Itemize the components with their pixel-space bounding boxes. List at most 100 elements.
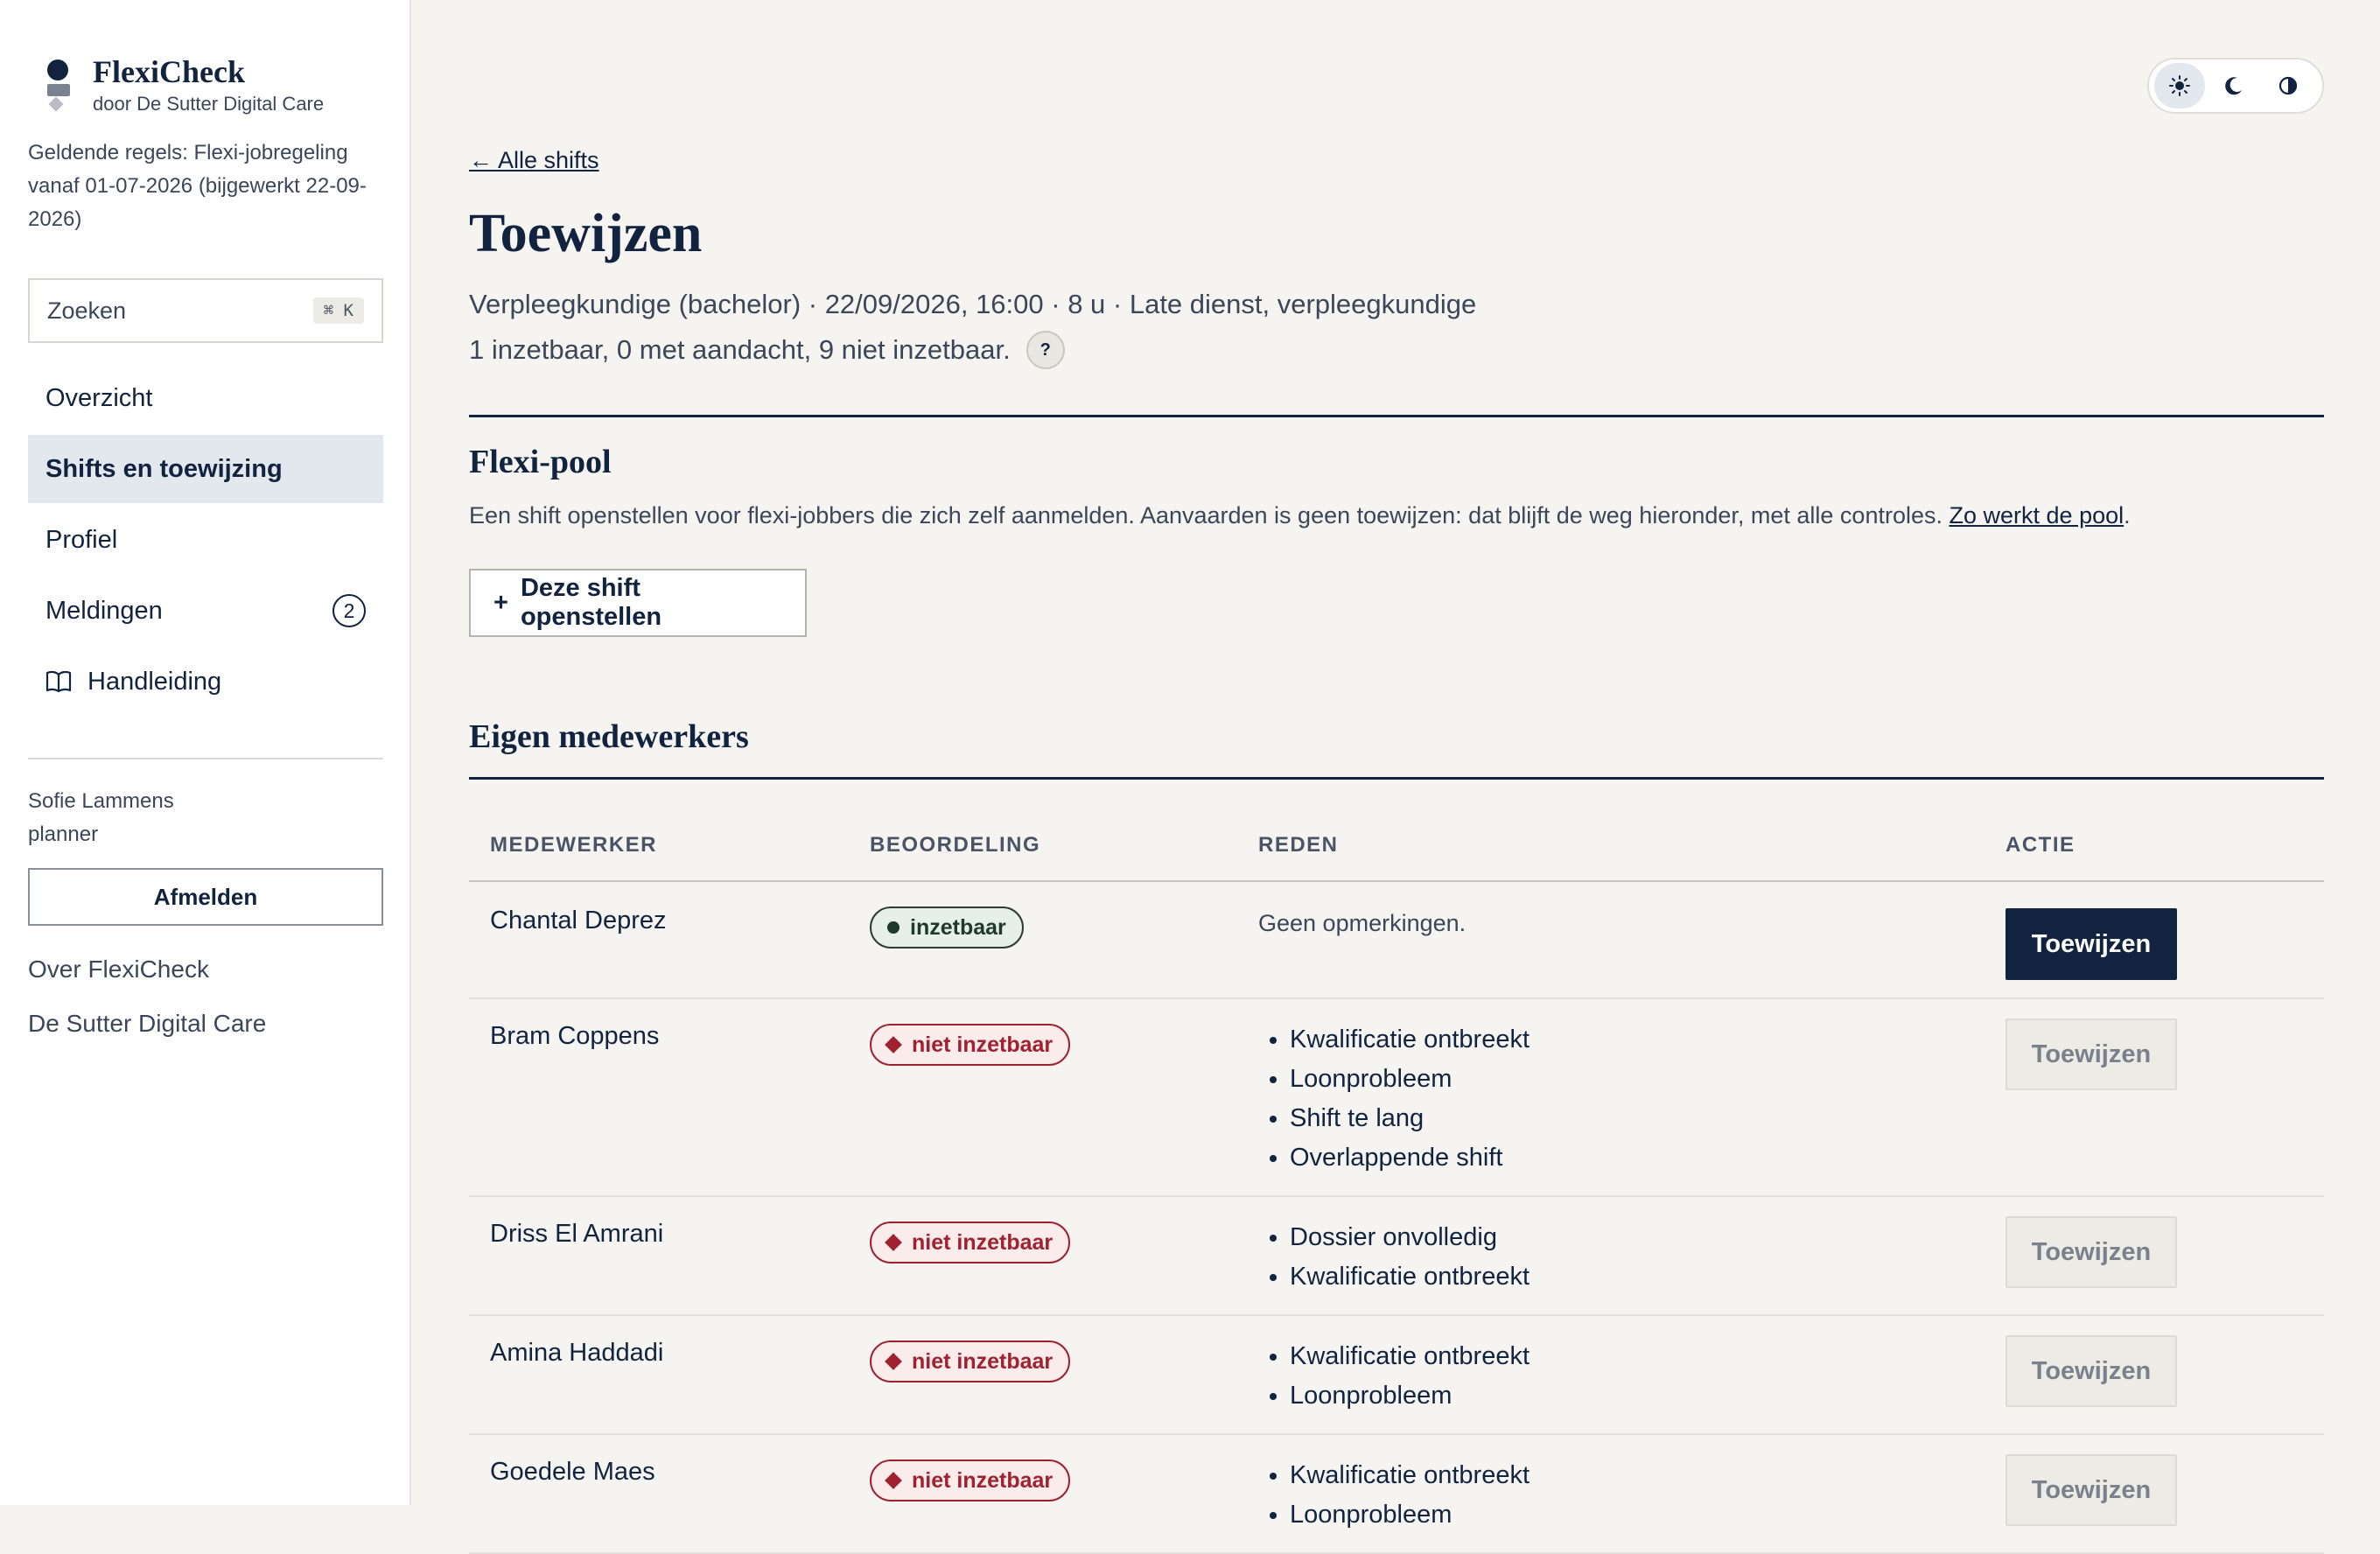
reason-item: Loonprobleem [1290,1060,1964,1099]
sidebar: FlexiCheck door De Sutter Digital Care G… [0,0,411,1505]
table-row: Driss El Amrani niet inzetbaar Dossier o… [469,1196,2324,1316]
theme-contrast-button[interactable] [2263,63,2314,108]
page-title: Toewijzen [469,204,703,263]
status-badge: niet inzetbaar [870,1340,1071,1382]
shift-summary: Verpleegkundige (bachelor) · 22/09/2026,… [469,289,1477,319]
status-badge-label: niet inzetbaar [912,1229,1054,1255]
theme-dark-button[interactable] [2208,63,2259,108]
sidebar-item-overzicht[interactable]: Overzicht [28,364,383,432]
column-header-name: MEDEWERKER [469,810,849,882]
assign-button[interactable]: Toewijzen [2006,1335,2177,1407]
employee-name: Bram Coppens [469,998,849,1197]
warning-diamond-icon [885,1472,902,1489]
brand-subtitle: door De Sutter Digital Care [93,93,325,115]
warning-diamond-icon [885,1036,902,1054]
employee-name: Chantal Deprez [469,881,849,999]
reason-list: Kwalificatie ontbreekt Loonprobleem Shif… [1258,1020,1964,1178]
theme-light-button[interactable] [2154,63,2205,108]
status-badge: niet inzetbaar [870,1024,1071,1066]
brand-name: FlexiCheck [93,54,245,89]
table-row: Bram Coppens niet inzetbaar Kwalificatie… [469,998,2324,1197]
pool-info-link[interactable]: Zo werkt de pool [1950,502,2124,528]
availability-counts: 1 inzetbaar, 0 met aandacht, 9 niet inze… [469,331,1065,369]
pool-section-title: Flexi-pool [469,444,612,480]
reason-item: Dossier onvolledig [1290,1218,1964,1257]
user-role: planner [28,822,99,846]
open-shift-label: Deze shift openstellen [520,574,662,631]
brand[interactable]: FlexiCheck door De Sutter Digital Care [46,54,324,116]
assign-button[interactable]: Toewijzen [2006,1216,2177,1288]
status-badge: niet inzetbaar [870,1460,1071,1502]
notification-count-badge: 2 [332,594,366,627]
pool-link-suffix: . [2124,502,2131,528]
sidebar-nav: Overzicht Shifts en toewijzing Profiel M… [28,364,383,718]
sidebar-item-label: Shifts en toewijzing [46,454,283,483]
reason-item: Kwalificatie ontbreekt [1290,1456,1964,1495]
pool-description-text: Een shift openstellen voor flexi-jobbers… [469,502,1942,528]
status-badge-label: niet inzetbaar [912,1467,1054,1493]
table-row: Chantal Deprez inzetbaar Geen opmerkinge… [469,881,2324,999]
reason-item: Loonprobleem [1290,1376,1964,1416]
plus-icon: + [494,588,508,617]
search-placeholder: Zoeken [47,297,127,324]
status-badge-label: niet inzetbaar [912,1032,1054,1057]
reason-item: Kwalificatie ontbreekt [1290,1337,1964,1376]
section-divider [469,415,2324,417]
search-input[interactable]: Zoeken ⌘ K [28,278,383,343]
reason-list: Kwalificatie ontbreekt Loonprobleem [1258,1337,1964,1416]
table-header-row: MEDEWERKER BEOORDELING REDEN ACTIE [469,810,2324,882]
theme-toggle [2147,58,2324,114]
contrast-icon [2278,76,2298,95]
pool-description: Een shift openstellen voor flexi-jobbers… [469,502,2131,529]
availability-counts-text: 1 inzetbaar, 0 met aandacht, 9 niet inze… [469,334,1011,365]
status-badge: inzetbaar [870,906,1024,948]
assign-button[interactable]: Toewijzen [2006,1454,2177,1526]
open-shift-button[interactable]: + Deze shift openstellen [469,569,807,637]
sidebar-item-shifts[interactable]: Shifts en toewijzing [28,435,383,503]
assign-button[interactable]: Toewijzen [2006,908,2177,980]
reason-list: Kwalificatie ontbreekt Loonprobleem [1258,1456,1964,1535]
about-link[interactable]: Over FlexiCheck [28,956,209,984]
reason-item: Overlappende shift [1290,1138,1964,1178]
book-icon [46,670,72,693]
staff-table: MEDEWERKER BEOORDELING REDEN ACTIE Chant… [469,810,2324,1554]
moon-icon [2225,77,2242,95]
status-badge-label: inzetbaar [910,914,1006,940]
employee-name: Amina Haddadi [469,1315,849,1435]
warning-diamond-icon [885,1353,902,1370]
column-header-reason: REDEN [1237,810,1984,882]
reason-item: Kwalificatie ontbreekt [1290,1257,1964,1297]
status-badge-label: niet inzetbaar [912,1348,1054,1374]
assign-button[interactable]: Toewijzen [2006,1018,2177,1090]
sun-icon [2169,75,2190,96]
rules-notice: Geldende regels: Flexi-jobregeling vanaf… [28,141,367,231]
warning-diamond-icon [885,1234,902,1251]
table-row: Goedele Maes niet inzetbaar Kwalificatie… [469,1434,2324,1554]
table-row: Amina Haddadi niet inzetbaar Kwalificati… [469,1315,2324,1435]
user-name: Sofie Lammens [28,789,174,813]
employee-name: Driss El Amrani [469,1196,849,1316]
brand-logo-icon [46,54,72,112]
column-header-rating: BEOORDELING [849,810,1237,882]
column-header-action: ACTIE [1984,810,2324,882]
sidebar-item-meldingen[interactable]: Meldingen 2 [28,577,383,645]
reason-list: Dossier onvolledig Kwalificatie ontbreek… [1258,1218,1964,1297]
staff-section-title: Eigen medewerkers [469,718,749,755]
back-to-shifts-link[interactable]: ← Alle shifts [469,147,599,174]
status-badge: niet inzetbaar [870,1222,1071,1264]
status-dot-icon [887,921,900,934]
company-link[interactable]: De Sutter Digital Care [28,1010,266,1038]
reason-item: Shift te lang [1290,1099,1964,1138]
logout-button[interactable]: Afmelden [28,868,383,926]
sidebar-divider [28,758,383,760]
employee-name: Goedele Maes [469,1434,849,1554]
help-icon[interactable]: ? [1026,331,1065,369]
reason-item: Kwalificatie ontbreekt [1290,1020,1964,1060]
sidebar-item-label: Profiel [46,525,118,554]
sidebar-item-label: Overzicht [46,383,153,412]
sidebar-item-profiel[interactable]: Profiel [28,506,383,574]
sidebar-item-handleiding[interactable]: Handleiding [28,648,383,716]
search-shortcut: ⌘ K [312,298,364,324]
staff-divider [469,777,2324,780]
reason-item: Loonprobleem [1290,1495,1964,1535]
